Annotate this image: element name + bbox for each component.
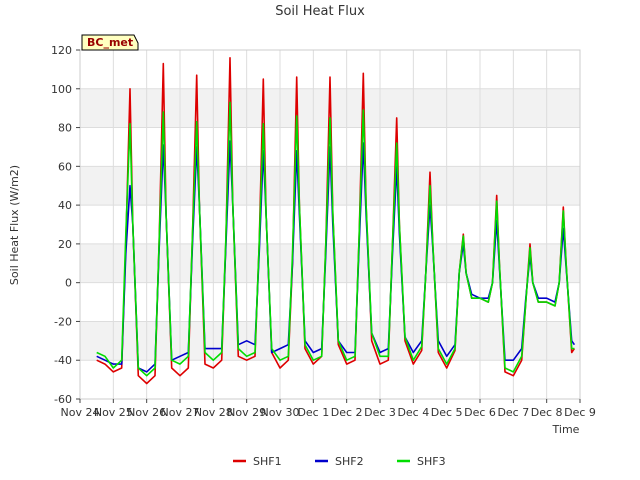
x-tick-label: Dec 2 [331,406,363,419]
grid-band [80,166,580,206]
y-tick-label: 20 [58,238,72,251]
grid-band [80,243,580,283]
y-tick-label: 80 [58,122,72,135]
x-tick-label: Dec 9 [564,406,596,419]
soil-heat-flux-chart: -60-40-20020406080100120 Nov 24Nov 25Nov… [0,0,640,480]
x-tick-label: Nov 30 [261,406,300,419]
station-label: BC_met [87,36,133,49]
station-label-badge: BC_met [81,34,139,51]
x-tick-label: Dec 7 [497,406,529,419]
x-axis-label: Time [552,423,580,436]
y-tick-label: -20 [54,315,72,328]
y-tick-label: -60 [54,393,72,406]
y-tick-label: 40 [58,199,72,212]
legend-label-shf2: SHF2 [335,455,364,468]
x-tick-label: Dec 8 [531,406,563,419]
y-tick-label: 120 [51,44,72,57]
x-tick-label: Dec 6 [464,406,496,419]
legend-label-shf3: SHF3 [417,455,446,468]
y-tick-label: 0 [65,277,72,290]
x-tick-label: Dec 5 [431,406,463,419]
x-tick-label: Dec 1 [297,406,329,419]
y-axis-label: Soil Heat Flux (W/m2) [8,165,21,285]
y-tick-label: 60 [58,160,72,173]
y-tick-label: 100 [51,83,72,96]
chart-title: Soil Heat Flux [275,4,365,19]
y-tick-label: -40 [54,354,72,367]
x-tick-label: Dec 4 [397,406,429,419]
x-tick-label: Dec 3 [364,406,396,419]
legend-label-shf1: SHF1 [253,455,282,468]
